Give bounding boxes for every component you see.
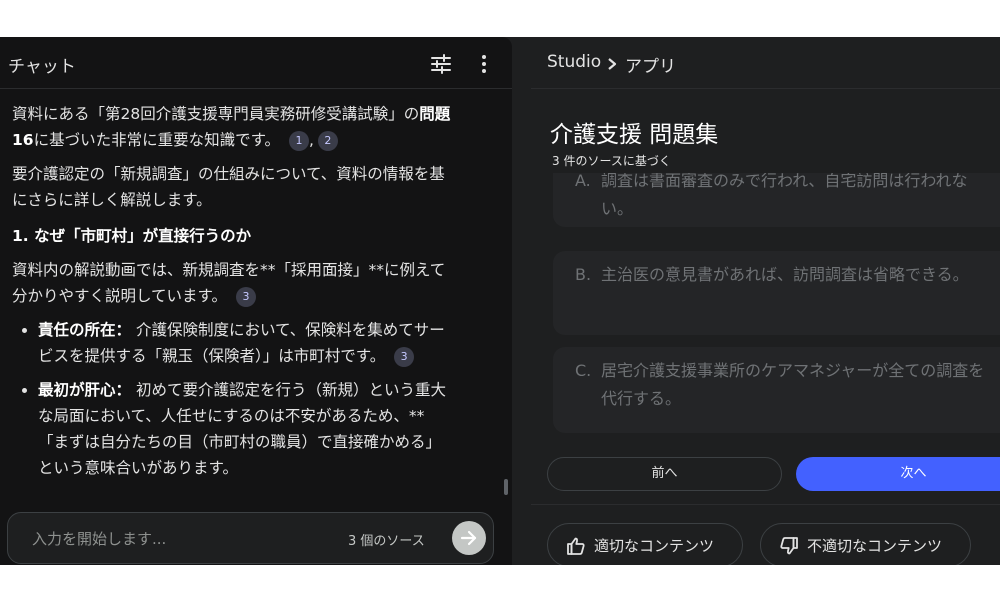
arrow-right-icon (460, 530, 477, 546)
chat-title: チャット (8, 57, 76, 77)
option-text: 主治医の意見書があれば、訪問調査は省略できる。 (601, 265, 969, 284)
breadcrumb-app: アプリ (625, 57, 676, 77)
bullet-bold-text: 責任の所在： (38, 321, 132, 339)
thumb-down-icon (780, 537, 798, 555)
more-vert-icon[interactable] (473, 53, 495, 75)
divider (531, 504, 1000, 505)
send-button[interactable] (452, 521, 486, 555)
chat-panel: チャット 資料にある「第28回介護支援専門員実務研修受講試験」の問題16に基づい… (0, 37, 512, 565)
next-button[interactable]: 次へ (796, 457, 1000, 491)
option-text: 調査は書面審査のみで行われ、自宅訪問は行われない。 (601, 173, 968, 218)
option-text: 居宅介護支援事業所のケアマネジャーが全ての調査を代行する。 (601, 361, 985, 408)
message-paragraph: 資料内の解説動画では、新規調査を**「採用面接」**に例えて分かりやすく説明して… (12, 257, 452, 309)
studio-panel: Studio アプリ 介護支援 問題集 3 件のソースに基づく A. 調査は書面… (531, 37, 1000, 565)
chat-message: 資料にある「第28回介護支援専門員実務研修受講試験」の問題16に基づいた非常に重… (12, 101, 452, 546)
option-label: A. (575, 173, 591, 190)
source-count: 3 個のソース (348, 534, 425, 549)
citation-badge[interactable]: 3 (394, 346, 415, 367)
bullet-bold-text: 最初が肝心： (38, 381, 132, 399)
citation-separator: , (308, 131, 314, 149)
breadcrumb-studio[interactable]: Studio (547, 52, 601, 72)
app-window: チャット 資料にある「第28回介護支援専門員実務研修受講試験」の問題16に基づい… (0, 37, 1000, 565)
message-text: 資料内の解説動画では、新規調査を**「採用面接」**に例えて分かりやすく説明して… (12, 261, 446, 305)
chevron-right-icon (608, 58, 617, 70)
studio-header: Studio アプリ (531, 37, 1000, 89)
thumb-up-icon (567, 537, 585, 555)
good-content-label: 適切なコンテンツ (594, 537, 715, 555)
chat-input-box: 3 個のソース (7, 512, 494, 564)
option-label: B. (575, 265, 592, 284)
prev-button[interactable]: 前へ (547, 457, 782, 491)
chat-input[interactable] (32, 527, 312, 551)
answer-option-a[interactable]: A. 調査は書面審査のみで行われ、自宅訪問は行われない。 (553, 173, 1000, 227)
list-item: 最初が肝心： 初めて要介護認定を行う（新規）という重大な局面において、人任せにす… (12, 377, 452, 481)
citation-badge[interactable]: 1 (288, 130, 309, 151)
message-paragraph: 資料にある「第28回介護支援専門員実務研修受講試験」の問題16に基づいた非常に重… (12, 101, 452, 153)
option-label: C. (575, 361, 592, 380)
message-text: 資料にある「第28回介護支援専門員実務研修受講試験」の (12, 105, 420, 123)
answer-option-b[interactable]: B. 主治医の意見書があれば、訪問調査は省略できる。 (553, 251, 1000, 335)
answer-option-c[interactable]: C. 居宅介護支援事業所のケアマネジャーが全ての調査を代行する。 (553, 347, 1000, 433)
citation-badge[interactable]: 2 (317, 130, 338, 151)
bad-content-label: 不適切なコンテンツ (807, 537, 943, 555)
bad-content-button[interactable]: 不適切なコンテンツ (760, 523, 971, 565)
answer-options: A. 調査は書面審査のみで行われ、自宅訪問は行われない。 B. 主治医の意見書が… (531, 173, 1000, 455)
chat-header: チャット (0, 37, 512, 89)
good-content-button[interactable]: 適切なコンテンツ (547, 523, 743, 565)
source-subtitle: 3 件のソースに基づく (552, 154, 671, 168)
chat-scrollbar[interactable] (504, 479, 508, 495)
message-paragraph: 要介護認定の「新規調査」の仕組みについて、資料の情報を基にさらに詳しく解説します… (12, 165, 445, 209)
citation-badge[interactable]: 3 (235, 286, 256, 307)
page-title: 介護支援 問題集 (550, 122, 719, 148)
message-heading: 1. なぜ「市町村」が直接行うのか (12, 227, 252, 245)
tune-icon[interactable] (430, 53, 452, 75)
list-item: 責任の所在： 介護保険制度において、保険料を集めてサービスを提供する「親玉（保険… (12, 317, 452, 369)
bullet-list: 責任の所在： 介護保険制度において、保険料を集めてサービスを提供する「親玉（保険… (12, 317, 452, 481)
message-text: に基づいた非常に重要な知識です。 (33, 131, 281, 149)
